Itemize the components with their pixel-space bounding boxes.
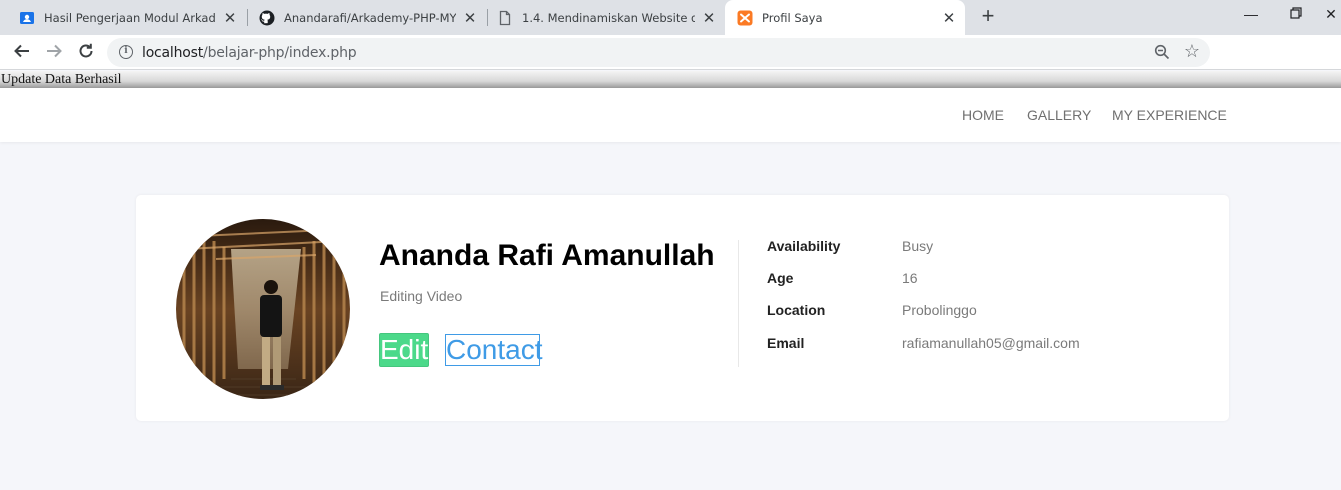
close-icon[interactable]: ✕: [701, 9, 717, 27]
detail-value: 16: [902, 270, 918, 286]
nav-gallery[interactable]: GALLERY: [1027, 107, 1091, 123]
close-icon[interactable]: ✕: [462, 9, 478, 27]
nav-my-experience[interactable]: MY EXPERIENCE: [1112, 107, 1227, 123]
close-icon[interactable]: ✕: [222, 9, 238, 27]
edit-button[interactable]: Edit: [379, 333, 429, 367]
browser-tab-strip: Hasil Pengerjaan Modul Arkadem ✕ Anandar…: [0, 0, 1341, 35]
close-icon[interactable]: ✕: [941, 9, 957, 27]
profile-name: Ananda Rafi Amanullah: [379, 239, 715, 272]
detail-label: Availability: [767, 238, 841, 254]
detail-value[interactable]: rafiamanullah05@gmail.com: [902, 335, 1080, 351]
contact-button[interactable]: Contact: [445, 334, 543, 366]
restore-icon[interactable]: [1286, 6, 1306, 22]
classroom-icon: [19, 10, 35, 26]
profile-role: Editing Video: [380, 288, 463, 304]
url-host: localhost: [142, 45, 204, 61]
site-navbar: HOME GALLERY MY EXPERIENCE: [0, 88, 1341, 142]
bookmark-star-icon[interactable]: ☆: [1184, 41, 1200, 62]
divider: [738, 240, 739, 367]
browser-tab[interactable]: Anandarafi/Arkademy-PHP-MYSQ ✕: [240, 0, 486, 35]
new-tab-button[interactable]: +: [978, 5, 998, 28]
tab-title: Hasil Pengerjaan Modul Arkadem: [44, 10, 216, 25]
document-icon: [497, 10, 513, 26]
github-icon: [259, 10, 275, 26]
address-bar[interactable]: i localhost/belajar-php/index.php ☆: [107, 38, 1210, 67]
info-icon[interactable]: i: [119, 45, 133, 59]
detail-label: Email: [767, 335, 805, 351]
detail-value: Probolinggo: [902, 302, 977, 318]
profile-photo: [176, 219, 350, 399]
detail-label: Location: [767, 302, 826, 318]
url-path: /belajar-php/index.php: [203, 45, 357, 61]
minimize-icon[interactable]: —: [1241, 6, 1261, 22]
forward-icon[interactable]: [43, 42, 65, 64]
browser-toolbar: i localhost/belajar-php/index.php ☆ 1: [0, 35, 1341, 100]
detail-value: Busy: [902, 238, 934, 254]
url-text[interactable]: localhost/belajar-php/index.php: [142, 45, 357, 61]
zoom-out-icon[interactable]: [1154, 44, 1170, 60]
close-window-icon[interactable]: ✕: [1321, 6, 1341, 23]
tab-title: 1.4. Mendinamiskan Website dan: [522, 10, 695, 25]
reload-icon[interactable]: [75, 42, 97, 64]
browser-tab-active[interactable]: Profil Saya ✕: [725, 0, 965, 35]
tab-title: Profil Saya: [762, 10, 823, 25]
tab-title: Anandarafi/Arkademy-PHP-MYSQ: [284, 10, 456, 25]
profile-card: Ananda Rafi Amanullah Editing Video Edit…: [136, 195, 1229, 421]
back-icon[interactable]: [11, 42, 33, 64]
browser-tab[interactable]: Hasil Pengerjaan Modul Arkadem ✕: [0, 0, 246, 35]
nav-home[interactable]: HOME: [962, 107, 1004, 123]
browser-tab[interactable]: 1.4. Mendinamiskan Website dan ✕: [478, 0, 725, 35]
update-notice: Update Data Berhasil: [0, 71, 1341, 88]
xampp-icon: [737, 10, 753, 26]
detail-label: Age: [767, 270, 794, 286]
